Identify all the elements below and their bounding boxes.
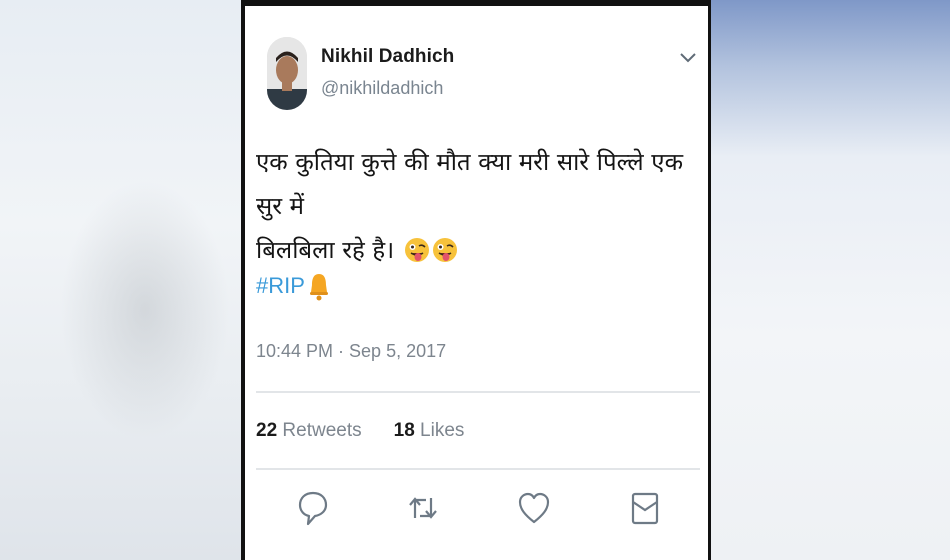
retweets-label: Retweets: [282, 420, 362, 441]
tweet-text-line-2-text: बिलबिला रहे है।: [256, 236, 395, 264]
hashtag-link[interactable]: #RIP: [256, 273, 305, 299]
background-left: [0, 0, 242, 560]
heart-icon[interactable]: [517, 488, 551, 528]
retweets-count: 22: [256, 420, 278, 441]
tweet-timestamp[interactable]: 10:44 PM · Sep 5, 2017: [256, 341, 446, 362]
hashtag-line: #RIP: [256, 271, 331, 301]
tweet-text-line-1: एक कुतिया कुत्ते की मौत क्या मरी सारे पि…: [256, 148, 684, 220]
retweet-icon[interactable]: [406, 488, 440, 528]
display-name[interactable]: Nikhil Dadhich: [321, 46, 454, 68]
retweets-stat[interactable]: 22 Retweets: [256, 420, 362, 442]
likes-label: Likes: [420, 420, 465, 441]
winking-tongue-face-icon: [404, 238, 429, 262]
tweet-text: एक कुतिया कुत्ते की मौत क्या मरी सारे पि…: [256, 140, 686, 272]
avatar[interactable]: [267, 37, 307, 110]
bell-icon: [309, 274, 328, 301]
background-right: [710, 0, 950, 560]
engagement-stats: 22 Retweets 18 Likes: [256, 420, 464, 442]
envelope-icon[interactable]: [628, 488, 662, 528]
divider: [256, 391, 700, 393]
divider: [256, 468, 700, 470]
likes-count: 18: [393, 420, 415, 441]
likes-stat[interactable]: 18 Likes: [394, 420, 465, 442]
winking-tongue-face-icon: [432, 238, 457, 262]
reply-icon[interactable]: [296, 488, 330, 528]
action-bar: [256, 488, 700, 534]
chevron-down-icon[interactable]: [678, 48, 698, 66]
user-handle[interactable]: @nikhildadhich: [321, 78, 443, 99]
tweet-text-line-2: बिलबिला रहे है।: [256, 228, 686, 272]
